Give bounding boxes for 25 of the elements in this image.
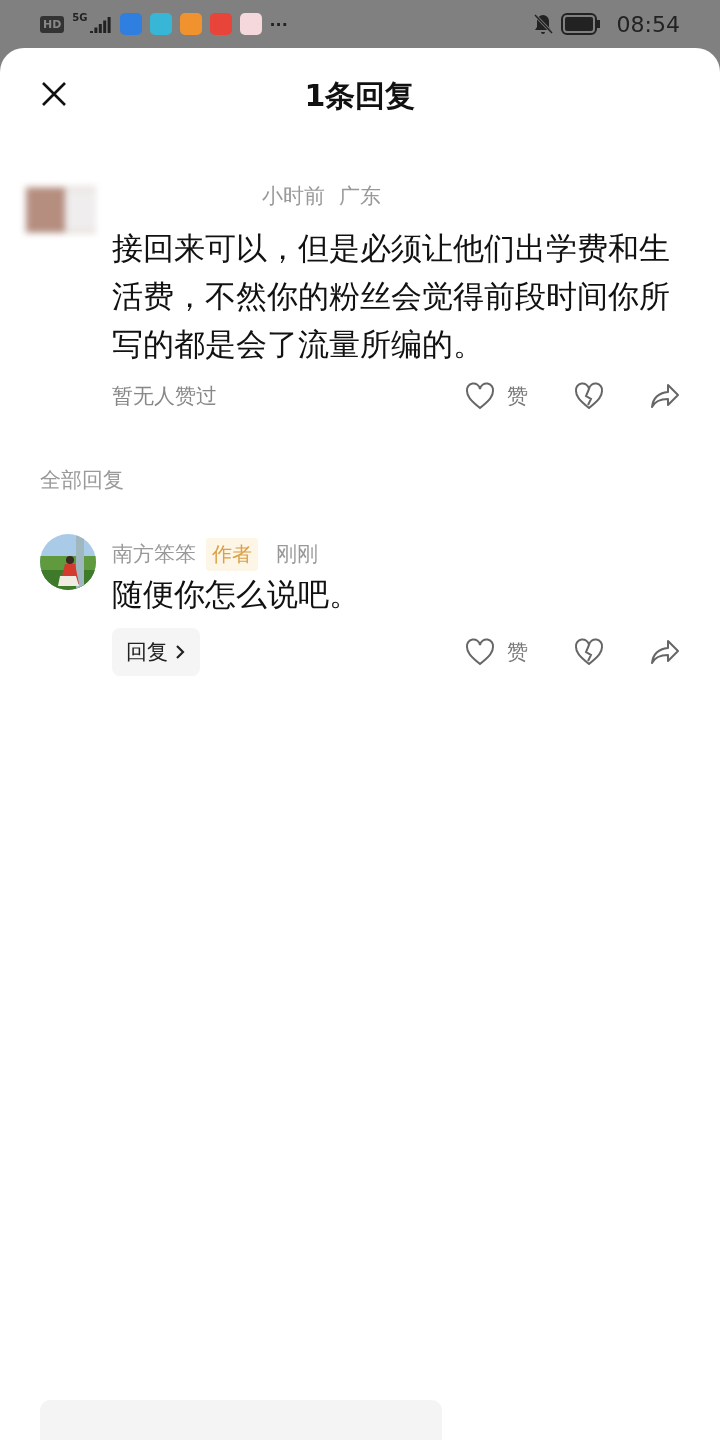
- comment-text: 接回来可以，但是必须让他们出学费和生活费，不然你的粉丝会觉得前段时间你所写的都是会了流量所编的。: [112, 229, 671, 364]
- network-label: 5G: [72, 12, 88, 23]
- reply-text: 随便你怎么说吧。: [112, 575, 361, 614]
- share-button[interactable]: [650, 383, 680, 409]
- author-name: 南方笨笨: [112, 541, 196, 568]
- likes-summary: 暂无人赞过: [112, 383, 218, 410]
- bell-off-icon: [532, 13, 553, 35]
- clock-time: 08:54: [616, 11, 680, 37]
- broken-heart-button[interactable]: [574, 382, 604, 410]
- share-button[interactable]: [650, 639, 680, 665]
- reply-time: 刚刚: [276, 541, 318, 568]
- chevron-right-icon: [174, 644, 186, 660]
- sheet-title: 1条回复: [304, 76, 416, 115]
- author-badge: 作者: [206, 537, 258, 571]
- reply-button[interactable]: 回复: [112, 628, 200, 676]
- more-indicator: ···: [269, 14, 288, 34]
- replies-heading: 全部回复: [39, 467, 125, 494]
- comment-location: 广东: [339, 183, 381, 210]
- battery-icon: [560, 13, 601, 35]
- comment-time: 小时前: [262, 183, 325, 210]
- signal-icon: [89, 15, 112, 33]
- like-button[interactable]: 赞: [465, 382, 528, 410]
- like-button[interactable]: 赞: [465, 638, 528, 666]
- broken-heart-button[interactable]: [574, 638, 604, 666]
- hd-badge: HD: [40, 15, 65, 33]
